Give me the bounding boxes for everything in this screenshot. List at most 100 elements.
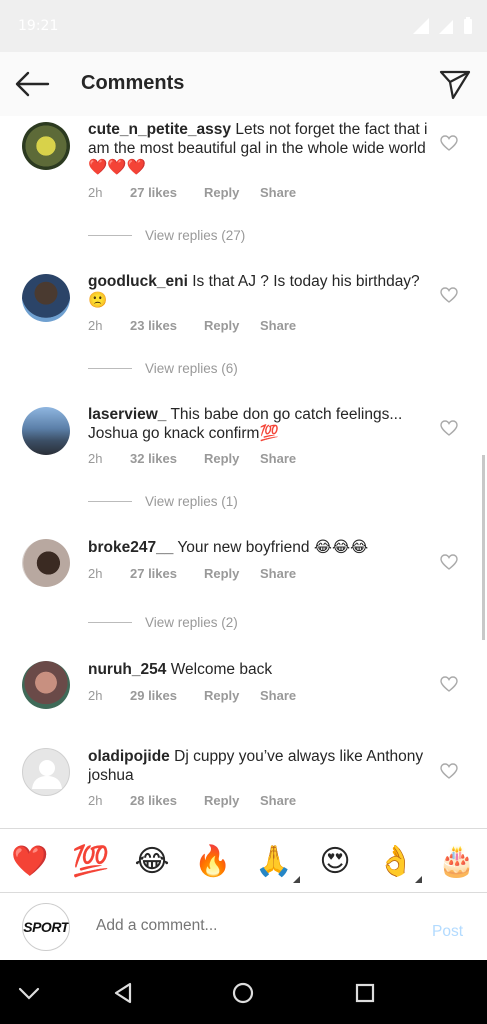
share-button[interactable]: Share xyxy=(260,566,296,581)
emoji-quick-bar: ❤️ 💯 😂 🔥 🙏 😍 👌 🎂 xyxy=(0,828,487,892)
comment-text: goodluck_eni Is that AJ ? Is today his b… xyxy=(88,272,428,310)
emoji-ok-hand-button[interactable]: 👌 xyxy=(376,841,422,883)
comment-body: Your new boyfriend 😂😂😂 xyxy=(177,539,369,556)
signal-icon xyxy=(439,20,453,34)
avatar[interactable] xyxy=(22,748,70,796)
emoji-cake-button[interactable]: 🎂 xyxy=(437,841,477,881)
emoji-pray-button[interactable]: 🙏 xyxy=(254,841,300,883)
emoji-heart-button[interactable]: ❤️ xyxy=(10,841,50,881)
heart-icon[interactable] xyxy=(440,420,458,436)
comment-username[interactable]: laserview_ xyxy=(88,406,166,423)
reply-button[interactable]: Reply xyxy=(204,318,260,333)
comment-meta: 2h 32 likes Reply Share xyxy=(88,451,296,466)
reply-button[interactable]: Reply xyxy=(204,185,260,200)
comment-username[interactable]: cute_n_petite_assy xyxy=(88,121,231,138)
comments-list[interactable]: cute_n_petite_assy Lets not forget the f… xyxy=(0,116,487,828)
likes-count[interactable]: 29 likes xyxy=(130,688,204,703)
divider-line xyxy=(88,235,132,236)
default-avatar-icon xyxy=(32,760,62,789)
comment-username[interactable]: oladipojide xyxy=(88,748,170,765)
comment-meta: 2h 29 likes Reply Share xyxy=(88,688,296,703)
emoji-glyph: ❤️ xyxy=(11,843,49,879)
heart-icon[interactable] xyxy=(440,554,458,570)
divider-line xyxy=(88,622,132,623)
battery-icon xyxy=(464,17,472,34)
emoji-hundred-button[interactable]: 💯 xyxy=(71,841,111,881)
heart-icon[interactable] xyxy=(440,676,458,692)
comment-time: 2h xyxy=(88,793,103,808)
chevron-down-icon[interactable] xyxy=(16,980,42,1006)
comment-text: broke247__ Your new boyfriend 😂😂😂 xyxy=(88,538,428,557)
avatar[interactable] xyxy=(22,661,70,709)
heart-icon[interactable] xyxy=(440,763,458,779)
emoji-glyph: 🔥 xyxy=(194,843,232,879)
direct-send-icon[interactable] xyxy=(439,68,471,100)
likes-count[interactable]: 27 likes xyxy=(130,185,204,200)
comment-username[interactable]: goodluck_eni xyxy=(88,273,188,290)
recents-square-icon[interactable] xyxy=(352,980,378,1006)
avatar: SPORT xyxy=(22,903,70,951)
comment-time: 2h xyxy=(88,566,103,581)
status-icons xyxy=(413,16,473,34)
variant-indicator xyxy=(415,876,422,883)
comment-time: 2h xyxy=(88,185,103,200)
reply-button[interactable]: Reply xyxy=(204,688,260,703)
status-time: 19:21 xyxy=(18,18,59,34)
comment-time: 2h xyxy=(88,688,103,703)
likes-count[interactable]: 27 likes xyxy=(130,566,204,581)
comment-username[interactable]: nuruh_254 xyxy=(88,661,166,678)
comment-input[interactable] xyxy=(96,917,396,935)
share-button[interactable]: Share xyxy=(260,451,296,466)
reply-button[interactable]: Reply xyxy=(204,451,260,466)
emoji-glyph: 💯 xyxy=(72,843,110,879)
scrollbar[interactable] xyxy=(482,455,485,640)
comment-time: 2h xyxy=(88,451,103,466)
home-circle-icon[interactable] xyxy=(230,980,256,1006)
signal-icon xyxy=(413,18,429,34)
avatar[interactable] xyxy=(22,274,70,322)
reply-button[interactable]: Reply xyxy=(204,793,260,808)
view-replies-link[interactable]: View replies (27) xyxy=(88,228,245,243)
view-replies-link[interactable]: View replies (6) xyxy=(88,361,238,376)
avatar[interactable] xyxy=(22,539,70,587)
likes-count[interactable]: 32 likes xyxy=(130,451,204,466)
comment-text: cute_n_petite_assy Lets not forget the f… xyxy=(88,120,428,177)
avatar[interactable] xyxy=(22,407,70,455)
comment-meta: 2h 27 likes Reply Share xyxy=(88,185,296,200)
share-button[interactable]: Share xyxy=(260,318,296,333)
post-button[interactable]: Post xyxy=(432,923,463,941)
reply-button[interactable]: Reply xyxy=(204,566,260,581)
back-triangle-icon[interactable] xyxy=(110,980,136,1006)
share-button[interactable]: Share xyxy=(260,688,296,703)
comment-text: laserview_ This babe don go catch feelin… xyxy=(88,405,428,443)
comment-username[interactable]: broke247__ xyxy=(88,539,173,556)
emoji-heart-eyes-button[interactable]: 😍 xyxy=(315,841,355,881)
likes-count[interactable]: 23 likes xyxy=(130,318,204,333)
variant-indicator xyxy=(293,876,300,883)
view-replies-link[interactable]: View replies (1) xyxy=(88,494,238,509)
comment-body: Welcome back xyxy=(170,661,273,678)
back-arrow-icon[interactable] xyxy=(14,70,50,98)
emoji-glyph: 👌 xyxy=(377,843,415,879)
comment-text: nuruh_254 Welcome back xyxy=(88,660,428,679)
likes-count[interactable]: 28 likes xyxy=(130,793,204,808)
avatar[interactable] xyxy=(22,122,70,170)
view-replies-label: View replies (2) xyxy=(145,615,238,630)
emoji-glyph: 😂 xyxy=(134,843,170,879)
view-replies-link[interactable]: View replies (2) xyxy=(88,615,238,630)
emoji-glyph: 🙏 xyxy=(255,843,293,879)
heart-icon[interactable] xyxy=(440,287,458,303)
view-replies-label: View replies (1) xyxy=(145,494,238,509)
share-button[interactable]: Share xyxy=(260,793,296,808)
emoji-fire-button[interactable]: 🔥 xyxy=(193,841,233,881)
heart-icon[interactable] xyxy=(440,135,458,151)
comment-meta: 2h 28 likes Reply Share xyxy=(88,793,296,808)
emoji-laughing-button[interactable]: 😂 xyxy=(132,841,172,881)
view-replies-label: View replies (27) xyxy=(145,228,246,243)
comment-text: oladipojide Dj cuppy you’ve always like … xyxy=(88,747,428,785)
avatar-logo-text: SPORT xyxy=(23,919,69,935)
divider-line xyxy=(88,501,132,502)
comment-meta: 2h 23 likes Reply Share xyxy=(88,318,296,333)
share-button[interactable]: Share xyxy=(260,185,296,200)
comment-composer: SPORT Post xyxy=(0,892,487,960)
